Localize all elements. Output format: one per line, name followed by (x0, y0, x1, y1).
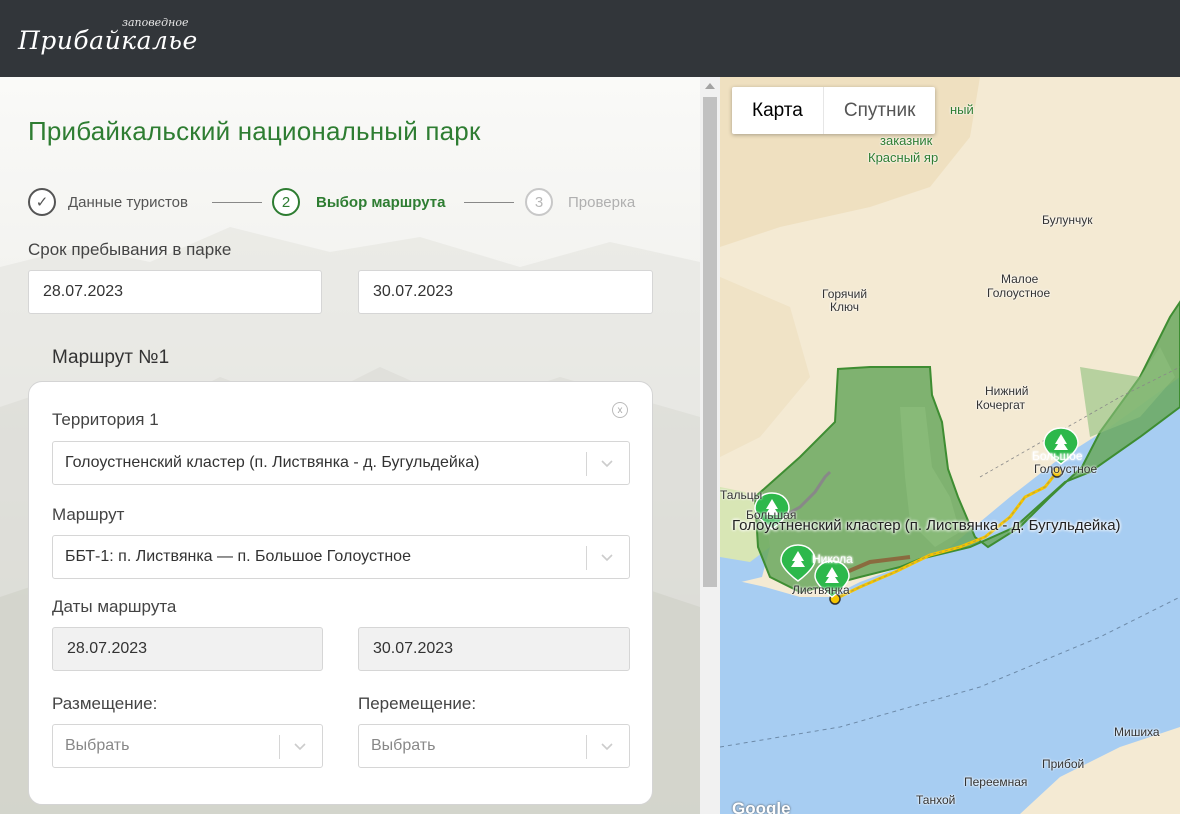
scrollbar[interactable] (700, 77, 720, 814)
accommodation-label: Размещение: (52, 694, 158, 713)
select-separator (586, 735, 587, 759)
map-label: Кочергат (976, 398, 1026, 412)
map-label: Листвянка (792, 583, 850, 597)
stay-date-to-input[interactable]: 30.07.2023 (358, 270, 653, 314)
chevron-down-icon[interactable] (597, 736, 617, 756)
route-date-from-input[interactable]: 28.07.2023 (52, 627, 323, 671)
page-title: Прибайкальский национальный парк (28, 116, 481, 146)
select-separator (586, 452, 587, 476)
map-label: Голоустное (987, 286, 1051, 300)
map-label: Красный яр (868, 150, 939, 165)
stay-date-from-input[interactable]: 28.07.2023 (28, 270, 322, 314)
accommodation-select-value: Выбрать (65, 737, 130, 754)
map-label: Никола (812, 552, 853, 566)
route-date-to-input[interactable]: 30.07.2023 (358, 627, 630, 671)
step-connector (464, 202, 514, 203)
territory-label: Территория 1 (52, 410, 159, 429)
map-label: Тальцы (720, 488, 763, 502)
map-type-satellite-button[interactable]: Спутник (822, 87, 936, 134)
scrollbar-thumb[interactable] (703, 97, 717, 587)
step-1-label[interactable]: Данные туристов (68, 194, 188, 211)
map-label: Переемная (964, 775, 1028, 789)
map-type-map-button[interactable]: Карта (732, 87, 823, 134)
route-heading: Маршрут №1 (52, 347, 170, 368)
route-card: x Территория 1 Голоустненский кластер (п… (28, 381, 653, 805)
transport-select[interactable]: Выбрать (358, 724, 630, 768)
map-label: Голоустное (1034, 462, 1098, 476)
step-2-label[interactable]: Выбор маршрута (316, 194, 446, 211)
route-select-value: ББТ-1: п. Листвянка — п. Большое Голоуст… (65, 548, 411, 565)
chevron-down-icon[interactable] (597, 453, 617, 473)
transport-label: Перемещение: (358, 694, 477, 713)
map[interactable]: ный заказник Красный яр Булунчук Горячий… (720, 77, 1180, 814)
territory-select[interactable]: Голоустненский кластер (п. Листвянка - д… (52, 441, 630, 485)
cluster-map-label: Голоустненский кластер (п. Листвянка - д… (732, 517, 1121, 534)
logo[interactable]: заповедное Прибайкалье (16, 12, 216, 64)
map-label: Мишиха (1114, 725, 1160, 739)
google-attribution: Google (732, 799, 791, 814)
transport-select-value: Выбрать (371, 737, 436, 754)
accommodation-select[interactable]: Выбрать (52, 724, 323, 768)
logo-main-text: Прибайкалье (18, 26, 198, 55)
territory-select-value: Голоустненский кластер (п. Листвянка - д… (65, 454, 480, 471)
chevron-down-icon[interactable] (290, 736, 310, 756)
map-type-toggle[interactable]: Карта Спутник (732, 87, 936, 134)
route-label: Маршрут (52, 505, 125, 524)
map-label: Прибой (1042, 757, 1085, 771)
select-separator (586, 546, 587, 570)
step-1-check-icon[interactable]: ✓ (28, 188, 56, 216)
route-dates-label: Даты маршрута (52, 597, 177, 616)
step-2-number[interactable]: 2 (272, 188, 300, 216)
map-label: Булунчук (1042, 213, 1093, 227)
form-panel: Прибайкальский национальный парк ✓ Данны… (0, 77, 700, 814)
map-label: Ключ (830, 300, 859, 314)
stay-label: Срок пребывания в парке (28, 240, 232, 259)
scroll-up-arrow-icon[interactable] (705, 83, 715, 89)
route-select[interactable]: ББТ-1: п. Листвянка — п. Большое Голоуст… (52, 535, 630, 579)
map-label: Танхой (916, 793, 956, 807)
app-header: заповедное Прибайкалье (0, 0, 1180, 77)
map-label: Нижний (985, 384, 1029, 398)
map-label: ный (950, 102, 974, 117)
map-label: заказник (880, 133, 933, 148)
step-3-label[interactable]: Проверка (568, 194, 635, 211)
map-label: Малое (1001, 272, 1039, 286)
stepper: ✓ Данные туристов 2 Выбор маршрута 3 Про… (28, 188, 688, 218)
close-icon[interactable]: x (612, 402, 628, 418)
step-3-number[interactable]: 3 (525, 188, 553, 216)
step-connector (212, 202, 262, 203)
map-canvas[interactable] (720, 77, 1180, 814)
chevron-down-icon[interactable] (597, 547, 617, 567)
select-separator (279, 735, 280, 759)
